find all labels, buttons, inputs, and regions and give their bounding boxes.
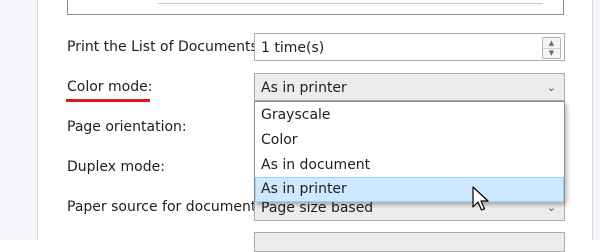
dropdown-option-as-in-document[interactable]: As in document bbox=[255, 153, 564, 178]
spinner-down-icon[interactable]: ▼ bbox=[543, 48, 560, 58]
right-panel-edge bbox=[592, 0, 600, 240]
mouse-cursor-icon bbox=[472, 186, 489, 211]
paper-source-label: Paper source for document: bbox=[67, 199, 262, 215]
dropdown-option-color[interactable]: Color bbox=[255, 128, 564, 153]
color-mode-dropdown-list[interactable]: Grayscale Color As in document As in pri… bbox=[254, 101, 565, 202]
spinner-buttons[interactable]: ▲ ▼ bbox=[542, 37, 561, 59]
page-orientation-label: Page orientation: bbox=[67, 119, 187, 135]
color-mode-label: Color mode: bbox=[67, 79, 153, 95]
chevron-down-icon: ⌄ bbox=[546, 81, 556, 94]
dropdown-option-grayscale[interactable]: Grayscale bbox=[255, 103, 564, 128]
print-list-value: 1 time(s) bbox=[261, 40, 325, 56]
color-mode-select[interactable]: As in printer ⌄ bbox=[254, 73, 565, 101]
dropdown-option-as-in-printer[interactable]: As in printer bbox=[255, 177, 564, 202]
duplex-mode-label: Duplex mode: bbox=[67, 159, 165, 175]
left-panel-edge bbox=[0, 0, 38, 240]
print-list-stepper[interactable]: 1 time(s) ▲ ▼ bbox=[254, 33, 565, 61]
list-box-bottom bbox=[67, 0, 564, 15]
color-mode-underline bbox=[66, 99, 150, 102]
color-mode-value: As in printer bbox=[261, 80, 347, 96]
print-list-label: Print the List of Documents: bbox=[67, 39, 263, 55]
next-field-partial[interactable] bbox=[254, 232, 565, 252]
list-box-inner-line bbox=[158, 3, 543, 4]
